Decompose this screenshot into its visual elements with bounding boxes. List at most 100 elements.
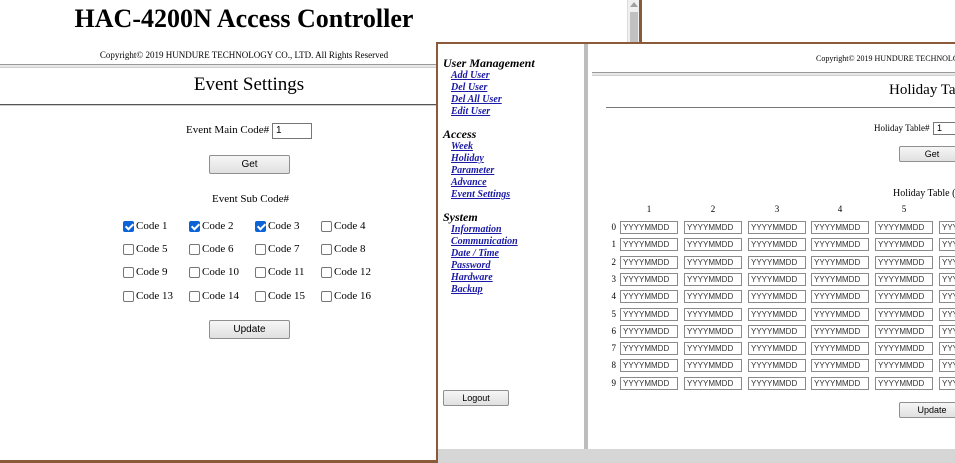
menu-link-date-time[interactable]: Date / Time [451,248,499,259]
holiday-date-input[interactable]: YYYYMMDD [620,290,678,303]
get-button[interactable]: Get [209,155,290,174]
checked-checkbox-icon[interactable] [189,220,200,232]
event-code-checkbox[interactable]: Code 1 [123,220,167,232]
holiday-date-input[interactable]: YYYYMMDD [811,377,869,390]
holiday-date-input[interactable]: YYYYMMDD [684,290,742,303]
event-code-checkbox[interactable]: Code 15 [255,290,305,302]
holiday-date-input[interactable]: YYYYMMDD [620,308,678,321]
holiday-date-input[interactable]: YYYYMMDD [620,377,678,390]
menu-link-add-user[interactable]: Add User [451,70,490,81]
holiday-date-input[interactable]: YYYYMMDD [811,290,869,303]
holiday-table-input[interactable]: 1 [933,122,955,135]
holiday-date-input[interactable]: YYYYMMDD [684,342,742,355]
menu-link-password[interactable]: Password [451,260,490,271]
holiday-date-input[interactable]: YYYYMMDD [684,238,742,251]
holiday-date-input[interactable]: YYYYMMDD [748,290,806,303]
checkbox-icon[interactable] [123,290,134,302]
holiday-date-input[interactable]: YYYYMMDD [748,377,806,390]
event-code-checkbox[interactable]: Code 16 [321,290,371,302]
holiday-date-input[interactable]: YYYYMMDD [875,238,933,251]
holiday-date-input[interactable]: YYYYMMDD [939,256,955,269]
menu-link-holiday[interactable]: Holiday [451,153,484,164]
holiday-date-input[interactable]: YYYYMMDD [620,342,678,355]
holiday-date-input[interactable]: YYYYMMDD [875,256,933,269]
checkbox-icon[interactable] [123,266,134,278]
menu-link-advance[interactable]: Advance [451,177,487,188]
checkbox-icon[interactable] [321,290,332,302]
holiday-date-input[interactable]: YYYYMMDD [939,359,955,372]
event-code-checkbox[interactable]: Code 4 [321,220,365,232]
event-code-checkbox[interactable]: Code 12 [321,266,371,278]
checked-checkbox-icon[interactable] [123,220,134,232]
holiday-date-input[interactable]: YYYYMMDD [620,256,678,269]
holiday-date-input[interactable]: YYYYMMDD [939,342,955,355]
event-main-code-input[interactable]: 1 [272,123,312,139]
menu-link-del-user[interactable]: Del User [451,82,487,93]
event-code-checkbox[interactable]: Code 5 [123,243,167,255]
holiday-date-input[interactable]: YYYYMMDD [939,377,955,390]
checkbox-icon[interactable] [189,266,200,278]
checkbox-icon[interactable] [123,243,134,255]
holiday-date-input[interactable]: YYYYMMDD [684,359,742,372]
holiday-date-input[interactable]: YYYYMMDD [620,273,678,286]
holiday-date-input[interactable]: YYYYMMDD [939,325,955,338]
get-button[interactable]: Get [899,146,955,162]
holiday-date-input[interactable]: YYYYMMDD [684,221,742,234]
checkbox-icon[interactable] [189,243,200,255]
checkbox-icon[interactable] [189,290,200,302]
event-code-checkbox[interactable]: Code 3 [255,220,299,232]
holiday-date-input[interactable]: YYYYMMDD [875,359,933,372]
holiday-date-input[interactable]: YYYYMMDD [748,256,806,269]
holiday-date-input[interactable]: YYYYMMDD [875,342,933,355]
holiday-date-input[interactable]: YYYYMMDD [875,377,933,390]
holiday-date-input[interactable]: YYYYMMDD [875,308,933,321]
holiday-date-input[interactable]: YYYYMMDD [620,359,678,372]
menu-link-parameter[interactable]: Parameter [451,165,494,176]
holiday-date-input[interactable]: YYYYMMDD [748,273,806,286]
checkbox-icon[interactable] [255,266,266,278]
holiday-date-input[interactable]: YYYYMMDD [620,325,678,338]
menu-link-week[interactable]: Week [451,141,473,152]
holiday-date-input[interactable]: YYYYMMDD [811,238,869,251]
holiday-date-input[interactable]: YYYYMMDD [684,377,742,390]
menu-link-event-settings[interactable]: Event Settings [451,189,510,200]
event-code-checkbox[interactable]: Code 13 [123,290,173,302]
logout-button[interactable]: Logout [443,390,509,406]
holiday-date-input[interactable]: YYYYMMDD [811,256,869,269]
holiday-date-input[interactable]: YYYYMMDD [811,342,869,355]
menu-link-backup[interactable]: Backup [451,284,483,295]
checked-checkbox-icon[interactable] [255,220,266,232]
event-code-checkbox[interactable]: Code 8 [321,243,365,255]
update-button[interactable]: Update [209,320,290,339]
scrollbar-thumb[interactable] [630,12,638,44]
holiday-date-input[interactable]: YYYYMMDD [875,290,933,303]
holiday-date-input[interactable]: YYYYMMDD [939,221,955,234]
holiday-date-input[interactable]: YYYYMMDD [748,238,806,251]
holiday-date-input[interactable]: YYYYMMDD [748,325,806,338]
holiday-date-input[interactable]: YYYYMMDD [748,221,806,234]
menu-link-edit-user[interactable]: Edit User [451,106,490,117]
holiday-date-input[interactable]: YYYYMMDD [939,308,955,321]
holiday-date-input[interactable]: YYYYMMDD [748,342,806,355]
holiday-date-input[interactable]: YYYYMMDD [684,273,742,286]
update-button[interactable]: Update [899,402,955,418]
event-code-checkbox[interactable]: Code 10 [189,266,239,278]
holiday-date-input[interactable]: YYYYMMDD [811,325,869,338]
holiday-date-input[interactable]: YYYYMMDD [875,273,933,286]
holiday-date-input[interactable]: YYYYMMDD [811,359,869,372]
checkbox-icon[interactable] [321,243,332,255]
checkbox-icon[interactable] [321,220,332,232]
holiday-date-input[interactable]: YYYYMMDD [748,308,806,321]
holiday-date-input[interactable]: YYYYMMDD [875,221,933,234]
event-code-checkbox[interactable]: Code 11 [255,266,305,278]
holiday-date-input[interactable]: YYYYMMDD [620,221,678,234]
menu-link-communication[interactable]: Communication [451,236,518,247]
holiday-date-input[interactable]: YYYYMMDD [620,238,678,251]
event-code-checkbox[interactable]: Code 7 [255,243,299,255]
holiday-date-input[interactable]: YYYYMMDD [811,221,869,234]
holiday-date-input[interactable]: YYYYMMDD [684,256,742,269]
event-code-checkbox[interactable]: Code 2 [189,220,233,232]
holiday-date-input[interactable]: YYYYMMDD [684,308,742,321]
holiday-date-input[interactable]: YYYYMMDD [939,290,955,303]
holiday-date-input[interactable]: YYYYMMDD [875,325,933,338]
